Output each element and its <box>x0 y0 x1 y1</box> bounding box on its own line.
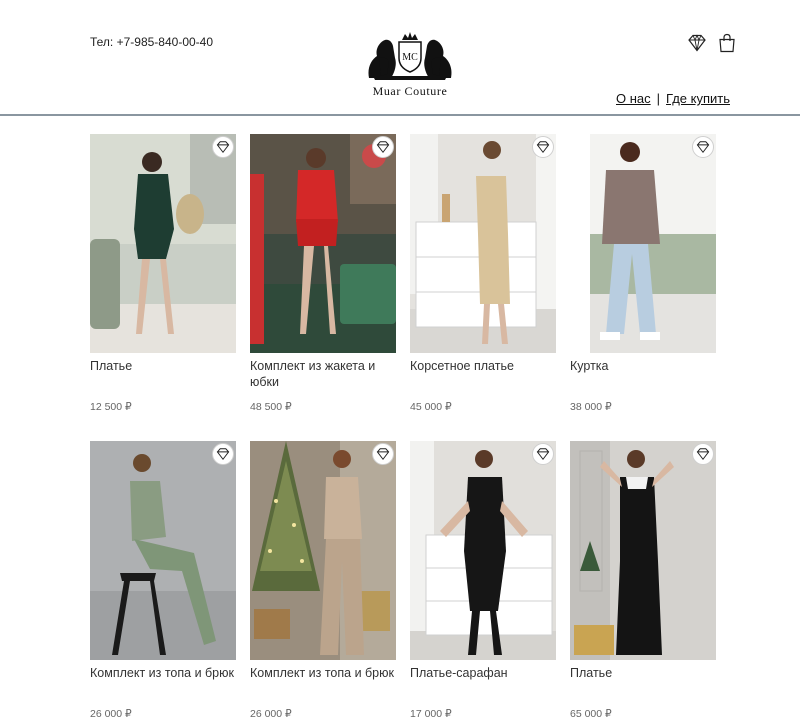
product-card[interactable]: Платье-сарафан 17 000 ₽ <box>410 441 556 720</box>
diamond-icon <box>216 141 230 154</box>
favorite-button[interactable] <box>692 443 714 465</box>
diamond-icon <box>696 141 710 154</box>
nav-link-about[interactable]: О нас <box>616 91 651 106</box>
diamond-icon <box>536 448 550 461</box>
lion-crest-icon: MC <box>368 32 452 80</box>
product-photo[interactable] <box>570 441 716 660</box>
nav-separator: | <box>656 91 661 106</box>
favorite-button[interactable] <box>212 136 234 158</box>
phone-number[interactable]: Тел: +7-985-840-00-40 <box>90 35 213 49</box>
product-title[interactable]: Комплект из топа и брюк <box>250 665 396 699</box>
brand-name: Muar Couture <box>372 84 448 98</box>
product-photo[interactable] <box>410 134 556 353</box>
product-price: 38 000 ₽ <box>570 401 612 413</box>
product-photo[interactable] <box>250 441 396 660</box>
product-card[interactable]: Комплект из жакета и юбки 48 500 ₽ <box>250 134 396 413</box>
product-price: 45 000 ₽ <box>410 401 452 413</box>
diamond-icon <box>696 448 710 461</box>
header-nav: О нас | Где купить <box>616 91 730 106</box>
diamond-icon <box>536 141 550 154</box>
logo[interactable]: MC Muar Couture <box>360 30 460 99</box>
diamond-icon <box>376 448 390 461</box>
nav-link-where-to-buy[interactable]: Где купить <box>666 91 730 106</box>
favorite-button[interactable] <box>692 136 714 158</box>
product-photo[interactable] <box>410 441 556 660</box>
product-title[interactable]: Платье <box>90 358 236 392</box>
product-card[interactable]: Корсетное платье 45 000 ₽ <box>410 134 556 413</box>
site-header: Тел: +7-985-840-00-40 MC Muar Couture О … <box>0 0 800 116</box>
product-price: 12 500 ₽ <box>90 401 132 413</box>
diamond-icon[interactable] <box>687 33 707 53</box>
product-title[interactable]: Платье <box>570 665 716 699</box>
diamond-icon <box>376 141 390 154</box>
product-price: 48 500 ₽ <box>250 401 292 413</box>
product-card[interactable]: Платье 65 000 ₽ <box>570 441 716 720</box>
favorite-button[interactable] <box>532 136 554 158</box>
product-title[interactable]: Платье-сарафан <box>410 665 556 699</box>
product-photo[interactable] <box>90 134 236 353</box>
product-photo[interactable] <box>250 134 396 353</box>
product-price: 26 000 ₽ <box>250 708 292 720</box>
product-title[interactable]: Комплект из топа и брюк <box>90 665 236 699</box>
header-divider <box>0 114 800 116</box>
favorite-button[interactable] <box>372 443 394 465</box>
product-card[interactable]: Платье 12 500 ₽ <box>90 134 236 413</box>
shopping-bag-icon[interactable] <box>717 33 737 53</box>
product-title[interactable]: Комплект из жакета и юбки <box>250 358 396 392</box>
product-card[interactable]: Комплект из топа и брюк 26 000 ₽ <box>90 441 236 720</box>
product-photo[interactable] <box>90 441 236 660</box>
product-card[interactable]: Куртка 38 000 ₽ <box>570 134 716 413</box>
product-price: 17 000 ₽ <box>410 708 452 720</box>
favorite-button[interactable] <box>372 136 394 158</box>
product-price: 26 000 ₽ <box>90 708 132 720</box>
diamond-icon <box>216 448 230 461</box>
svg-text:MC: MC <box>402 52 418 63</box>
product-photo[interactable] <box>570 134 716 353</box>
product-price: 65 000 ₽ <box>570 708 612 720</box>
product-title[interactable]: Куртка <box>570 358 716 392</box>
header-icons <box>687 33 737 53</box>
product-title[interactable]: Корсетное платье <box>410 358 556 392</box>
product-card[interactable]: Комплект из топа и брюк 26 000 ₽ <box>250 441 396 720</box>
favorite-button[interactable] <box>212 443 234 465</box>
favorite-button[interactable] <box>532 443 554 465</box>
